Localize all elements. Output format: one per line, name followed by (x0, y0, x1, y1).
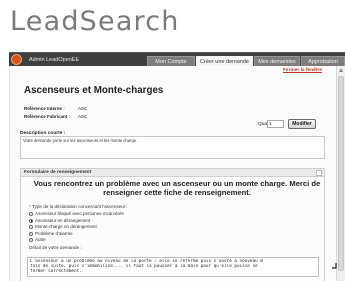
ref-internal-value: ASC (78, 106, 88, 111)
detail-label: Détail de votre demande : (29, 245, 82, 250)
radio-label[interactable]: Autre (35, 237, 46, 243)
radio-button[interactable] (29, 225, 33, 229)
ref-maker-value: ASC (78, 114, 88, 119)
ref-internal-label: Référence Interne : (24, 106, 65, 111)
detail-textarea[interactable]: L'ascenseur a un problème au niveau de l… (27, 257, 319, 277)
radio-label[interactable]: Ascenseur bloqué avec personne incarcéré… (35, 211, 124, 217)
radio-button[interactable] (29, 238, 33, 242)
app-logo: LeadSearch (10, 6, 180, 37)
form-section-header[interactable]: Formulaire de renseignement - (20, 168, 325, 177)
top-navbar: Admin LeadOpenEE Mon Compte Créer une de… (9, 52, 345, 67)
ref-maker: Référence Fabricant : ASC (24, 114, 87, 119)
required-mark: * (29, 204, 31, 209)
modify-button[interactable]: Modifier (288, 119, 316, 129)
ref-maker-label: Référence Fabricant : (24, 114, 71, 119)
form-intro: Vous rencontrez un problème avec un asce… (33, 179, 321, 197)
declaration-type-label: * Type de la déclaration concernant l'as… (29, 204, 127, 209)
radio-label[interactable]: Ascenseur en dérangement (35, 218, 90, 224)
user-badge-icon (11, 54, 22, 65)
form-section-title: Formulaire de renseignement (24, 170, 92, 175)
user-name[interactable]: Admin LeadOpenEE (29, 54, 79, 66)
quantity-input[interactable]: 1 (267, 120, 284, 128)
declaration-type-text: Type de la déclaration concernant l'asce… (32, 204, 127, 209)
radio-label[interactable]: Problème d'alarme (35, 231, 73, 237)
collapse-icon[interactable]: - (316, 170, 322, 176)
radio-button[interactable] (29, 231, 33, 236)
scrollbar[interactable] (336, 66, 345, 281)
scroll-up-arrow-icon[interactable] (339, 68, 343, 72)
radio-button[interactable] (29, 212, 33, 216)
close-window-link[interactable]: Fermer la fenêtre (283, 68, 322, 73)
page-title: Ascenseurs et Monte-charges (24, 85, 164, 96)
ref-internal: Référence Interne : ASC (24, 106, 87, 111)
scroll-thumb[interactable] (338, 76, 344, 271)
short-description-field[interactable]: Votre demande porte sur les ascenseurs e… (20, 136, 325, 159)
resize-grip-icon[interactable] (331, 262, 337, 269)
radio-label[interactable]: Monte-charge en dérangement (35, 224, 97, 230)
form-section-body: Vous rencontrez un problème avec un asce… (20, 177, 325, 281)
detail-line: fermer correctement. (30, 269, 82, 275)
radio-button-checked[interactable] (29, 218, 33, 223)
